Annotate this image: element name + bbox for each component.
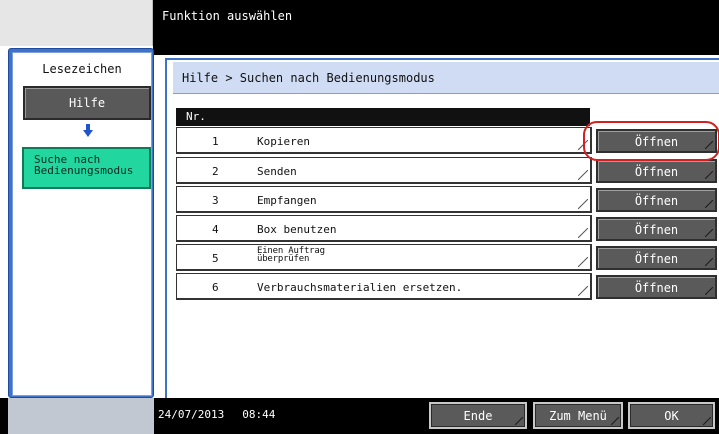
corner-icon (578, 199, 588, 209)
corner-icon (705, 229, 713, 237)
open-button-label: Öffnen (634, 165, 679, 179)
title-bar: Funktion auswählen (153, 0, 719, 55)
row-number: 2 (212, 165, 219, 178)
open-button-label: Öffnen (634, 194, 679, 208)
row-number: 6 (212, 281, 219, 294)
hilfe-button[interactable]: Hilfe (23, 86, 151, 120)
corner-icon (705, 287, 713, 295)
open-button-label: Öffnen (634, 223, 679, 237)
menu-button-label: Zum Menü (549, 409, 607, 423)
open-button-4[interactable]: Öffnen (596, 217, 717, 241)
corner-icon (705, 200, 713, 208)
table-row[interactable]: 2 Senden (176, 157, 592, 184)
corner-icon (515, 417, 523, 425)
row-number: 1 (212, 135, 219, 148)
corner-icon (611, 417, 619, 425)
top-left-panel (0, 0, 153, 46)
corner-icon (578, 170, 588, 180)
date-text: 24/07/2013 (158, 408, 225, 421)
row-name-line-2: überprüfen (257, 254, 310, 264)
open-button-3[interactable]: Öffnen (596, 188, 717, 212)
ok-button[interactable]: OK (628, 402, 715, 429)
table-row[interactable]: 3 Empfangen (176, 186, 592, 213)
row-name: Verbrauchsmaterialien ersetzen. (257, 281, 463, 294)
bookmark-tab[interactable]: Lesezeichen (13, 53, 151, 81)
row-name: Box benutzen (257, 223, 337, 236)
row-name: Empfangen (257, 194, 317, 207)
row-number: 5 (212, 252, 219, 265)
open-button-label: Öffnen (634, 252, 679, 266)
menu-button[interactable]: Zum Menü (533, 402, 623, 429)
corner-icon (578, 257, 588, 267)
row-number: 4 (212, 223, 219, 236)
search-by-mode-button[interactable]: Suche nach Bedienungsmodus (22, 147, 151, 189)
ok-button-label: OK (664, 409, 679, 423)
end-button-label: Ende (463, 409, 493, 423)
table-row[interactable]: 4 Box benutzen (176, 215, 592, 242)
open-button-label: Öffnen (634, 281, 679, 295)
corner-icon (705, 171, 713, 179)
table-row[interactable]: 1 Kopieren (176, 127, 592, 154)
corner-icon (705, 258, 713, 266)
open-button-6[interactable]: Öffnen (596, 275, 717, 299)
time-text: 08:44 (242, 408, 276, 421)
corner-icon (578, 228, 588, 238)
end-button[interactable]: Ende (429, 402, 527, 429)
highlight-ring (583, 121, 719, 161)
table-row[interactable]: 5 Einen Auftrag überprüfen (176, 244, 592, 271)
row-name: Senden (257, 165, 297, 178)
search-by-mode-label-2: Bedienungsmodus (34, 164, 134, 177)
arrow-down-icon (83, 124, 93, 137)
page-title: Funktion auswählen (162, 9, 293, 23)
open-button-2[interactable]: Öffnen (596, 159, 717, 183)
row-name: Kopieren (257, 135, 310, 148)
open-button-5[interactable]: Öffnen (596, 246, 717, 270)
corner-icon (703, 417, 711, 425)
status-bar-left (8, 398, 154, 434)
status-bar: 24/07/2013 08:44 Ende Zum Menü OK (0, 398, 719, 434)
table-row[interactable]: 6 Verbrauchsmaterialien ersetzen. (176, 273, 592, 300)
table-header: Nr. (176, 108, 590, 126)
row-name: Einen Auftrag überprüfen (257, 247, 325, 264)
datetime: 24/07/2013 08:44 (158, 408, 275, 421)
breadcrumb: Hilfe > Suchen nach Bedienungsmodus (173, 62, 719, 94)
row-number: 3 (212, 194, 219, 207)
corner-icon (578, 286, 588, 296)
